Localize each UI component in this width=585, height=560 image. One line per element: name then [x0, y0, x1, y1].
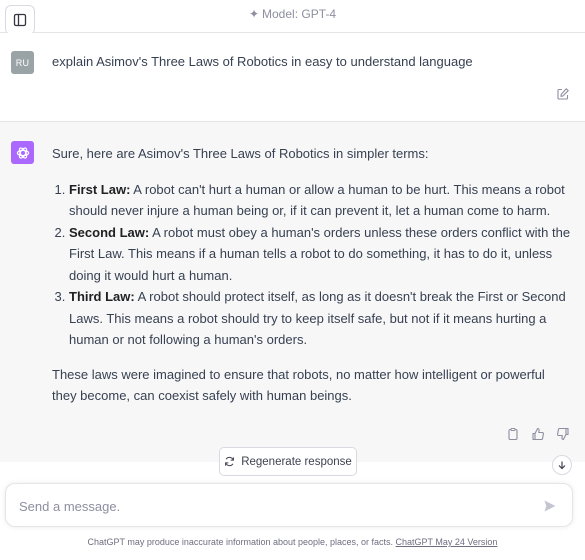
disclaimer-text: ChatGPT may produce inaccurate informati…: [87, 537, 396, 547]
thumbs-down-icon[interactable]: [556, 427, 571, 442]
chatgpt-logo-icon: [11, 141, 34, 164]
edit-icon[interactable]: [556, 87, 570, 101]
avatar: RU: [11, 51, 34, 74]
message-actions: [506, 427, 571, 443]
regenerate-button[interactable]: Regenerate response: [219, 447, 357, 476]
law-title: First Law:: [69, 181, 131, 197]
model-label-text: Model: GPT-4: [262, 7, 337, 21]
version-link[interactable]: ChatGPT May 24 Version: [396, 537, 498, 547]
user-message: RU explain Asimov's Three Laws of Roboti…: [0, 33, 585, 122]
message-composer: [5, 483, 573, 527]
assistant-reply: Sure, here are Asimov's Three Laws of Ro…: [52, 143, 572, 407]
law-title: Third Law:: [69, 289, 135, 304]
list-item: Second Law: A robot must obey a human's …: [69, 222, 572, 287]
reply-intro: Sure, here are Asimov's Three Laws of Ro…: [52, 146, 429, 161]
reply-closing: These laws were imagined to ensure that …: [52, 366, 545, 404]
list-item: First Law: A robot can't hurt a human or…: [69, 179, 572, 222]
send-icon: [544, 500, 556, 512]
refresh-icon: [225, 456, 235, 467]
list-item: Third Law: A robot should protect itself…: [69, 286, 572, 351]
regenerate-label: Regenerate response: [241, 455, 352, 468]
model-label[interactable]: ✦ Model: GPT-4: [0, 7, 585, 21]
laws-list: First Law: A robot can't hurt a human or…: [52, 179, 572, 351]
send-button[interactable]: [540, 496, 560, 516]
message-input[interactable]: [17, 494, 521, 518]
top-bar: ✦ Model: GPT-4: [0, 0, 585, 35]
law-title: Second Law:: [69, 224, 150, 240]
assistant-message: Sure, here are Asimov's Three Laws of Ro…: [0, 122, 585, 462]
arrow-down-icon: [558, 461, 566, 470]
law-text: A robot should protect itself, as long a…: [69, 289, 566, 347]
footer-disclaimer: ChatGPT may produce inaccurate informati…: [0, 537, 585, 547]
user-message-text: explain Asimov's Three Laws of Robotics …: [52, 54, 473, 69]
scroll-down-button[interactable]: [552, 455, 572, 475]
thumbs-up-icon[interactable]: [531, 427, 546, 442]
sparkle-icon: ✦: [248, 7, 260, 21]
openai-knot-icon: [16, 146, 29, 159]
copy-icon[interactable]: [506, 427, 521, 442]
law-text: A robot can't hurt a human or allow a hu…: [69, 181, 565, 219]
